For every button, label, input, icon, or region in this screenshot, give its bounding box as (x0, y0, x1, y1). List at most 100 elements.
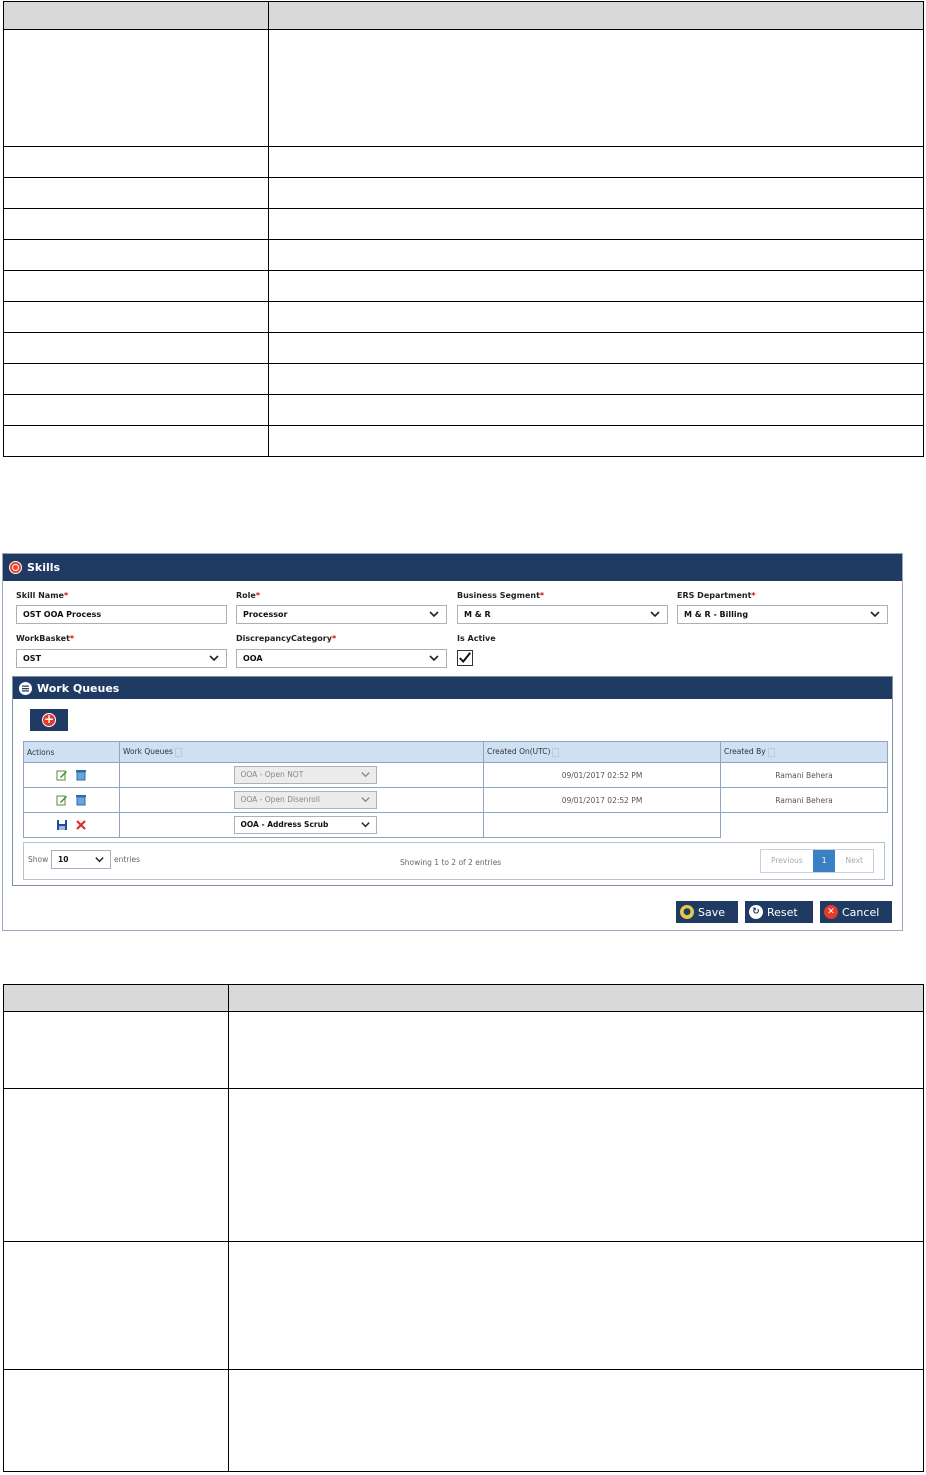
table-info: Showing 1 to 2 of 2 entries (400, 858, 502, 867)
pagination: Previous 1 Next (760, 849, 874, 873)
next-page-button[interactable]: Next (835, 850, 872, 872)
ers-department-select[interactable]: M & R - Billing (677, 605, 888, 624)
table-footer: Show 10 entries Showing 1 to 2 of 2 entr… (23, 842, 885, 880)
table-cell (3, 332, 269, 364)
chevron-down-icon (360, 772, 370, 778)
work-queue-select[interactable]: OOA - Address Scrub (233, 816, 377, 834)
reset-icon: ↻ (749, 905, 763, 919)
table-cell (228, 1369, 924, 1472)
add-work-queue-button[interactable]: + (30, 709, 68, 731)
save-icon: ● (680, 905, 694, 919)
edit-icon[interactable] (56, 769, 68, 781)
work-queues-panel: Work Queues + Actions Work Queues Create… (12, 676, 893, 886)
created-on-cell (483, 812, 721, 838)
table-cell (3, 29, 269, 147)
created-on-cell: 09/01/2017 02:52 PM (483, 762, 721, 788)
sort-icon (552, 747, 560, 757)
table-cell (268, 208, 924, 240)
table-cell (3, 363, 269, 395)
skills-panel: Skills Skill Name* Role* Business Segmen… (2, 553, 903, 931)
save-icon[interactable] (56, 819, 68, 831)
table-cell (3, 270, 269, 302)
skills-panel-title: Skills (27, 561, 61, 574)
col-work-queues[interactable]: Work Queues (119, 741, 484, 763)
work-queue-select[interactable]: OOA - Open NOT (233, 766, 377, 784)
chevron-down-icon (360, 797, 370, 803)
table-cell (3, 1088, 229, 1242)
table-cell (268, 146, 924, 178)
discrepancy-category-label: DiscrepancyCategory* (236, 634, 337, 643)
close-icon[interactable] (75, 819, 87, 831)
table-cell (268, 270, 924, 302)
workbasket-label: WorkBasket* (16, 634, 75, 643)
discrepancy-category-select[interactable]: OOA (236, 649, 447, 668)
col-actions[interactable]: Actions (23, 741, 120, 763)
work-queue-cell: OOA - Address Scrub (119, 812, 484, 838)
chevron-down-icon (870, 611, 880, 618)
table-cell (268, 394, 924, 426)
skills-icon (9, 561, 22, 574)
table-cell (228, 1241, 924, 1370)
chevron-down-icon (360, 822, 370, 828)
table-cell (268, 239, 924, 271)
table-cell (228, 1088, 924, 1242)
edit-icon[interactable] (56, 794, 68, 806)
page-1-button[interactable]: 1 (812, 850, 836, 872)
chevron-down-icon (95, 857, 104, 863)
table-header-cell (228, 984, 924, 1012)
show-label: Show (28, 855, 49, 864)
created-by-cell: Ramani Behera (720, 787, 888, 813)
table-cell (268, 425, 924, 457)
created-by-cell: Ramani Behera (720, 762, 888, 788)
table-cell (3, 394, 269, 426)
actions-cell (23, 762, 120, 788)
business-segment-select[interactable]: M & R (457, 605, 668, 624)
table-cell (268, 29, 924, 147)
work-queues-table: Actions Work Queues Created On(UTC) Crea… (23, 741, 888, 838)
table-cell (228, 1011, 924, 1089)
table-header-cell (3, 984, 229, 1012)
cancel-button[interactable]: ✕ Cancel (820, 901, 892, 923)
skill-name-label: Skill Name* (16, 591, 69, 600)
empty-cell (721, 813, 888, 838)
business-segment-label: Business Segment* (457, 591, 545, 600)
created-on-cell: 09/01/2017 02:52 PM (483, 787, 721, 813)
work-queue-cell: OOA - Open Disenroll (119, 787, 484, 813)
table-cell (3, 177, 269, 209)
col-created-by[interactable]: Created By (720, 741, 888, 763)
work-queues-title: Work Queues (37, 681, 120, 695)
work-queue-select[interactable]: OOA - Open Disenroll (233, 791, 377, 809)
table-row-new: OOA - Address Scrub (23, 812, 888, 838)
save-button[interactable]: ● Save (676, 901, 738, 923)
col-created-on[interactable]: Created On(UTC) (483, 741, 721, 763)
chevron-down-icon (429, 611, 439, 618)
workbasket-select[interactable]: OST (16, 649, 227, 668)
table-cell (3, 239, 269, 271)
table-cell (3, 301, 269, 333)
table-cell (268, 301, 924, 333)
chevron-down-icon (429, 655, 439, 662)
table-cell (3, 1011, 229, 1089)
delete-icon[interactable] (75, 794, 87, 806)
table-row: OOA - Open NOT 09/01/2017 02:52 PM Raman… (23, 762, 888, 788)
table-cell (3, 1369, 229, 1472)
cancel-icon: ✕ (824, 905, 838, 919)
is-active-checkbox[interactable] (457, 650, 473, 666)
table-header-cell (268, 1, 924, 30)
table-header-cell (3, 1, 269, 30)
table-cell (3, 425, 269, 457)
table-cell (268, 363, 924, 395)
skill-name-input[interactable]: OST OOA Process (16, 605, 227, 624)
checkmark-icon (459, 652, 472, 663)
previous-page-button[interactable]: Previous (761, 850, 813, 872)
top-document-table (3, 1, 924, 457)
delete-icon[interactable] (75, 769, 87, 781)
list-icon (19, 681, 32, 695)
page-length-select[interactable]: 10 (51, 850, 111, 869)
work-queues-header: Work Queues (13, 677, 892, 699)
table-cell (3, 1241, 229, 1370)
role-select[interactable]: Processor (236, 605, 447, 624)
reset-button[interactable]: ↻ Reset (745, 901, 813, 923)
actions-cell (23, 787, 120, 813)
table-cell (3, 146, 269, 178)
